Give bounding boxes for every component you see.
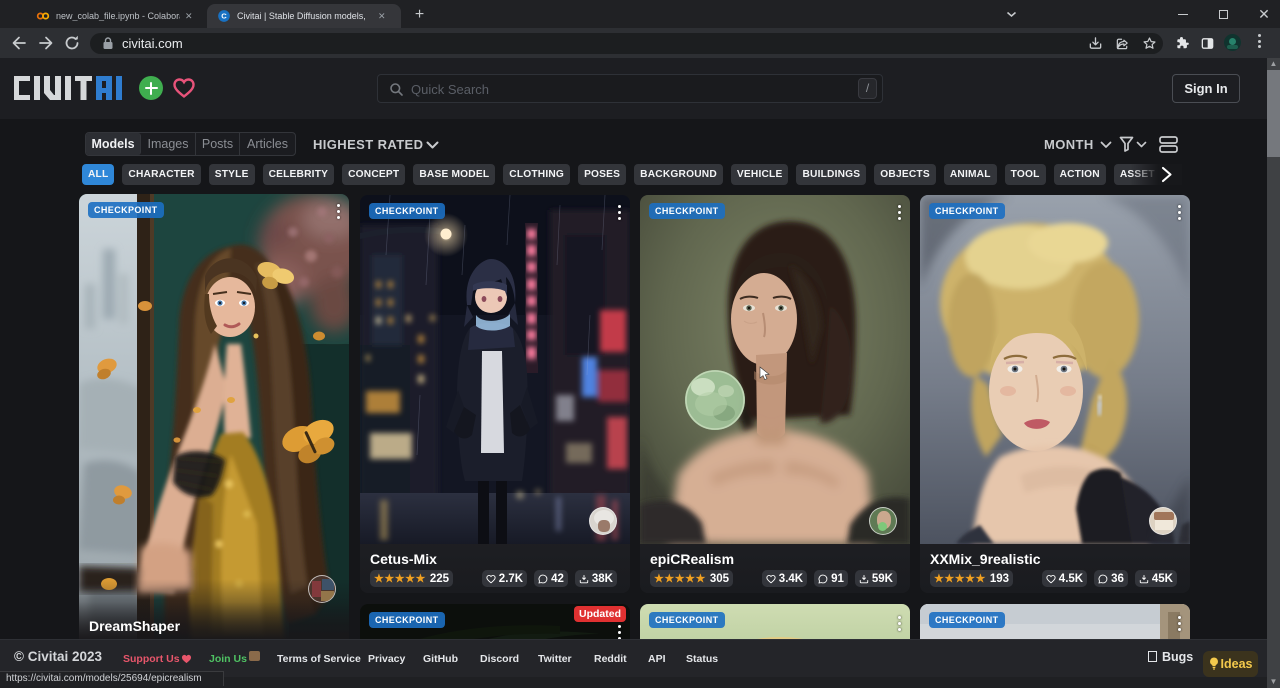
svg-text:C: C: [221, 12, 227, 21]
